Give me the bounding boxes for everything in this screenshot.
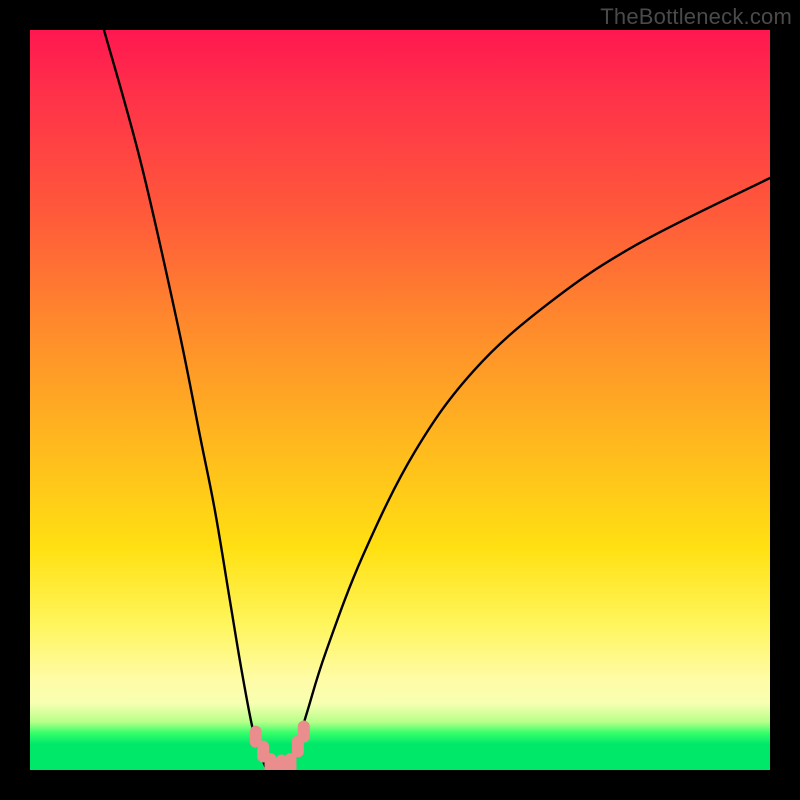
watermark-text: TheBottleneck.com	[600, 4, 792, 30]
bottom-marker-3	[265, 753, 277, 770]
chart-plot-area	[30, 30, 770, 770]
curve-right	[289, 178, 770, 770]
curve-left	[104, 30, 267, 770]
chart-curves-svg	[30, 30, 770, 770]
chart-frame: TheBottleneck.com	[0, 0, 800, 800]
bottom-markers	[250, 721, 310, 770]
bottom-marker-7	[298, 721, 310, 743]
